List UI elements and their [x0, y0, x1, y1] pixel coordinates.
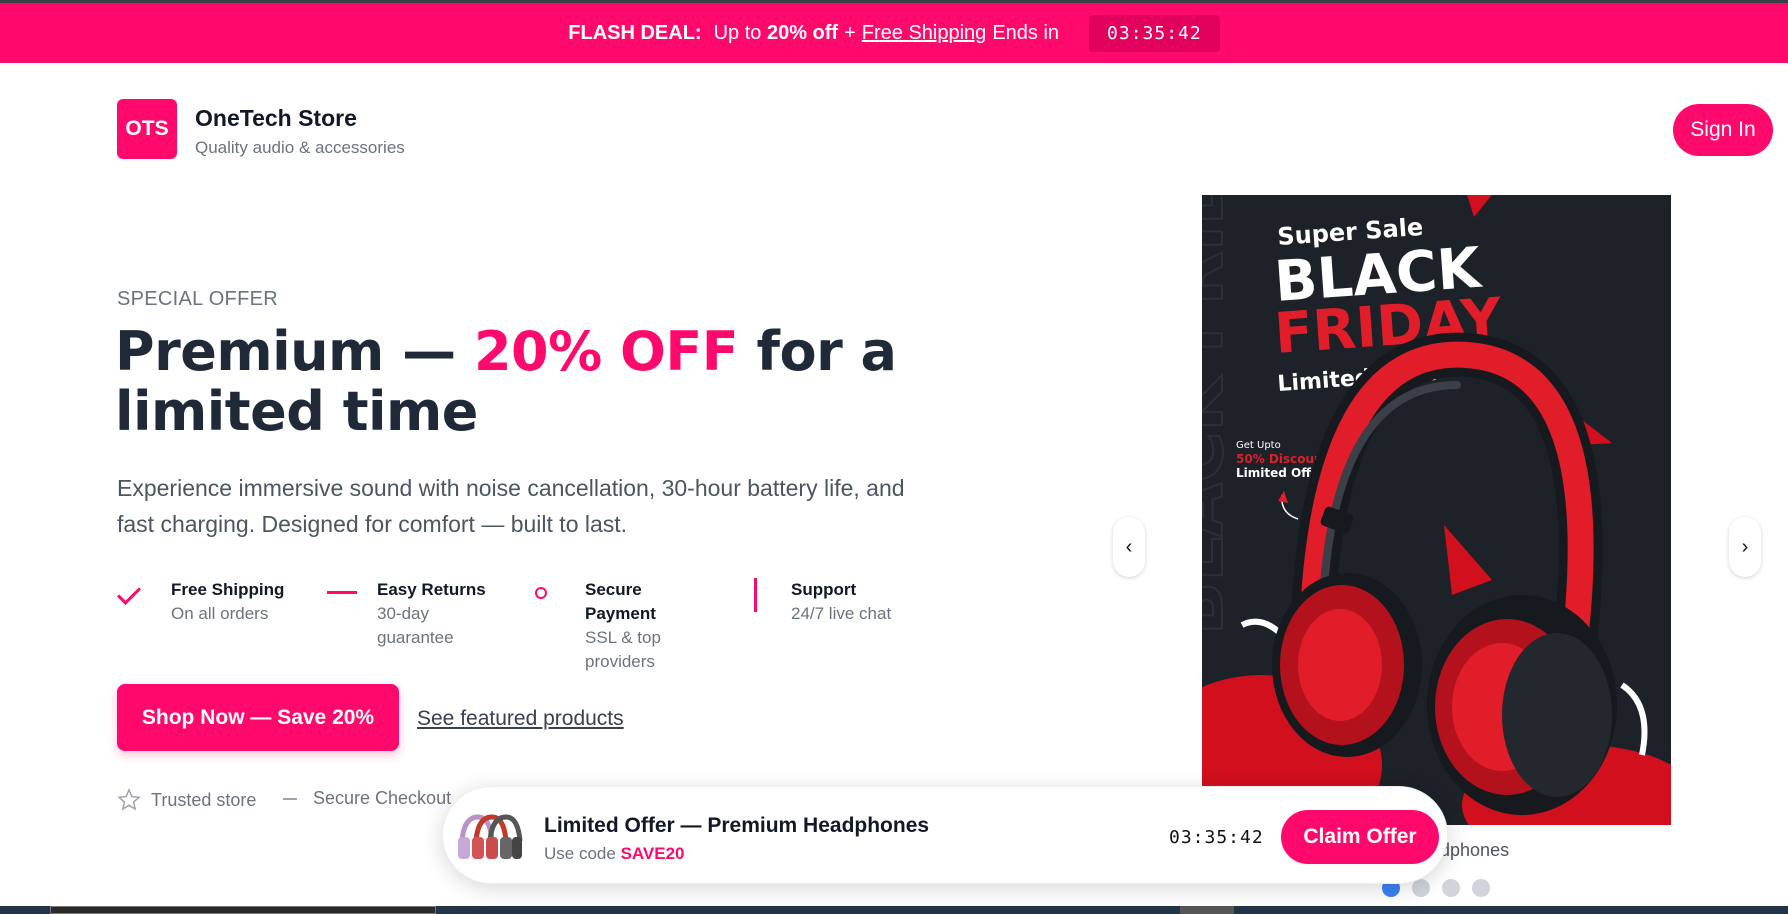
feature-sub: 24/7 live chat [791, 604, 892, 623]
hero-description: Experience immersive sound with noise ca… [117, 475, 905, 537]
star-icon [117, 788, 141, 811]
ring-icon [513, 578, 553, 608]
feature-support: Support 24/7 live chat [740, 578, 891, 626]
feature-title: Easy Returns [377, 580, 486, 599]
feature-sub: 30-day guarantee [377, 604, 454, 647]
free-shipping-link[interactable]: Free Shipping [862, 22, 987, 45]
promo-timer: 03:35:42 [1169, 827, 1264, 848]
poster-bg-word: BLACK FRIDAY [1202, 195, 1239, 635]
flash-deal-prefix: Up to [713, 21, 762, 44]
headphones-thumbnail [458, 814, 523, 859]
carousel-slide-image[interactable]: BLACK FRIDAY Super Sale BLACK FRIDAY Lim… [1202, 195, 1671, 825]
feature-easy-returns: Easy Returns 30-day guarantee [317, 578, 487, 650]
flash-deal-discount: 20% off [766, 21, 839, 44]
black-friday-poster: BLACK FRIDAY Super Sale BLACK FRIDAY Lim… [1202, 195, 1671, 825]
sign-in-button[interactable]: Sign In [1673, 104, 1773, 156]
dash-icon [283, 797, 297, 800]
trust-label: Secure Checkout [313, 788, 452, 808]
featured-products-link[interactable]: See featured products [417, 707, 624, 731]
taskbar-strip [0, 906, 1788, 914]
brand-tagline: Quality audio & accessories [195, 138, 405, 157]
headline-part1: Premium — [115, 320, 456, 383]
poster-get-upto: Get Upto [1236, 440, 1281, 451]
promo-sticky-bar: Limited Offer — Premium Headphones Use c… [442, 786, 1448, 884]
bar-icon [740, 578, 780, 612]
flash-deal-ends: Ends in [992, 21, 1060, 44]
feature-title: Free Shipping [171, 580, 285, 599]
brand-name: OneTech Store [195, 105, 357, 131]
trust-item-trusted-store: Trusted store [117, 788, 256, 812]
carousel-next-button[interactable]: › [1729, 517, 1761, 577]
feature-free-shipping: Free Shipping On all orders [116, 578, 285, 626]
taskbar-window-thumb[interactable] [50, 906, 436, 914]
hero-eyebrow: SPECIAL OFFER [117, 288, 278, 310]
flash-deal-bar: FLASH DEAL: Up to 20% off + Free Shippin… [0, 3, 1788, 63]
store-logo[interactable]: OTS [117, 99, 177, 159]
feature-sub: SSL & top providers [585, 628, 661, 671]
hero-headline: Premium — 20% OFF for a limited time [115, 322, 915, 442]
dash-icon [317, 578, 357, 608]
trust-label: Trusted store [151, 789, 257, 810]
check-icon [116, 578, 157, 608]
trust-item-secure-checkout: Secure Checkout [283, 788, 451, 809]
logo-text: OTS [125, 117, 169, 140]
promo-title: Limited Offer — Premium Headphones [544, 814, 930, 837]
feature-title: Secure Payment [585, 580, 656, 623]
carousel-dot-3[interactable] [1442, 879, 1460, 897]
promo-subtitle: Use code SAVE20 [544, 844, 685, 864]
feature-sub: On all orders [171, 604, 269, 623]
flash-deal-timer: 03:35:42 [1089, 14, 1220, 52]
headline-accent: 20% OFF [473, 320, 739, 383]
taskbar-item[interactable] [1180, 906, 1234, 914]
flash-deal-plus: + [844, 21, 856, 44]
promo-code-prefix: Use code [544, 844, 616, 863]
shop-now-button[interactable]: Shop Now — Save 20% [117, 684, 399, 751]
carousel-prev-button[interactable]: ‹ [1113, 517, 1145, 577]
feature-title: Support [791, 580, 857, 599]
feature-secure-payment: Secure Payment SSL & top providers [513, 578, 685, 674]
promo-code: SAVE20 [620, 844, 685, 863]
carousel-dot-2[interactable] [1412, 879, 1430, 897]
flash-deal-label: FLASH DEAL: [568, 21, 702, 44]
claim-offer-button[interactable]: Claim Offer [1281, 810, 1439, 864]
carousel-dot-4[interactable] [1472, 879, 1490, 897]
